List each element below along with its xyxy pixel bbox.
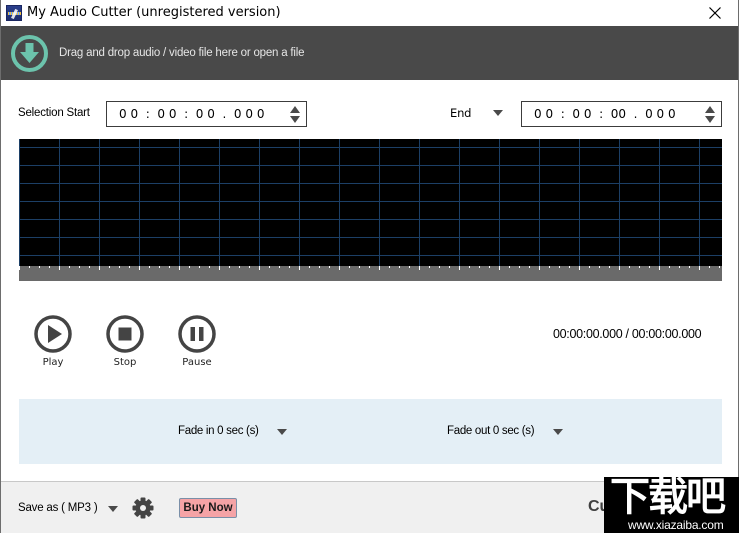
download-circle-icon[interactable] [10, 34, 49, 73]
spin-up-icon[interactable] [290, 106, 300, 113]
close-button[interactable] [692, 0, 738, 26]
pause-label: Pause [182, 357, 212, 368]
waveform-display[interactable] [19, 139, 722, 267]
pause-icon [178, 315, 216, 353]
stop-button[interactable]: Stop [105, 314, 145, 374]
selection-start-time-input[interactable]: 0 0 : 0 0 : 0 0 . 0 0 0 [106, 101, 307, 127]
selection-start-label: Selection Start [18, 107, 90, 119]
end-label: End [450, 106, 472, 120]
save-as-format-dropdown[interactable]: Save as ( MP3 ) [18, 502, 98, 514]
close-icon [709, 7, 721, 19]
spin-down-icon[interactable] [705, 116, 715, 123]
buy-now-button[interactable]: Buy Now [179, 498, 237, 518]
timeline-ruler[interactable] [19, 266, 722, 281]
stop-icon [106, 315, 144, 353]
watermark-url: www.xiazaiba.com [628, 518, 724, 532]
stop-label: Stop [113, 357, 137, 368]
selection-end-value[interactable]: 0 0 : 0 0 : 00 . 0 0 0 [534, 107, 676, 121]
selection-end-time-input[interactable]: 0 0 : 0 0 : 00 . 0 0 0 [521, 101, 722, 127]
end-mode-dropdown-icon[interactable] [492, 108, 504, 118]
fade-in-chevron-down-icon[interactable] [276, 427, 288, 437]
pause-button[interactable]: Pause [177, 314, 217, 374]
title-bar: My Audio Cutter (unregistered version) [1, 0, 738, 26]
settings-gear-icon[interactable] [132, 497, 154, 519]
spin-down-icon[interactable] [290, 116, 300, 123]
fade-in-dropdown[interactable]: Fade in 0 sec (s) [178, 425, 259, 437]
play-button[interactable]: Play [33, 314, 73, 374]
window-title: My Audio Cutter (unregistered version) [27, 5, 281, 20]
selection-start-spinner[interactable] [289, 105, 301, 124]
playback-time-readout: 00:00:00.000 / 00:00:00.000 [553, 327, 702, 341]
fade-out-chevron-down-icon[interactable] [552, 427, 564, 437]
app-window: My Audio Cutter (unregistered version) D… [0, 0, 739, 533]
play-label: Play [42, 357, 64, 368]
watermark-logo: 下载吧 www.xiazaiba.com [604, 477, 739, 533]
save-format-chevron-down-icon[interactable] [107, 504, 119, 514]
drop-zone-text: Drag and drop audio / video file here or… [59, 47, 305, 59]
fade-out-dropdown[interactable]: Fade out 0 sec (s) [447, 425, 535, 437]
play-icon [34, 315, 72, 353]
selection-start-value[interactable]: 0 0 : 0 0 : 0 0 . 0 0 0 [119, 107, 264, 121]
spin-up-icon[interactable] [705, 106, 715, 113]
selection-end-spinner[interactable] [704, 105, 716, 124]
waveform-grid [19, 139, 722, 267]
ruler-ticks [19, 266, 720, 270]
app-logo-icon [6, 5, 22, 21]
open-file-drop-zone[interactable]: Drag and drop audio / video file here or… [1, 26, 738, 80]
watermark-text: 下载吧 [610, 477, 726, 520]
fade-panel: Fade in 0 sec (s) Fade out 0 sec (s) [19, 399, 722, 464]
